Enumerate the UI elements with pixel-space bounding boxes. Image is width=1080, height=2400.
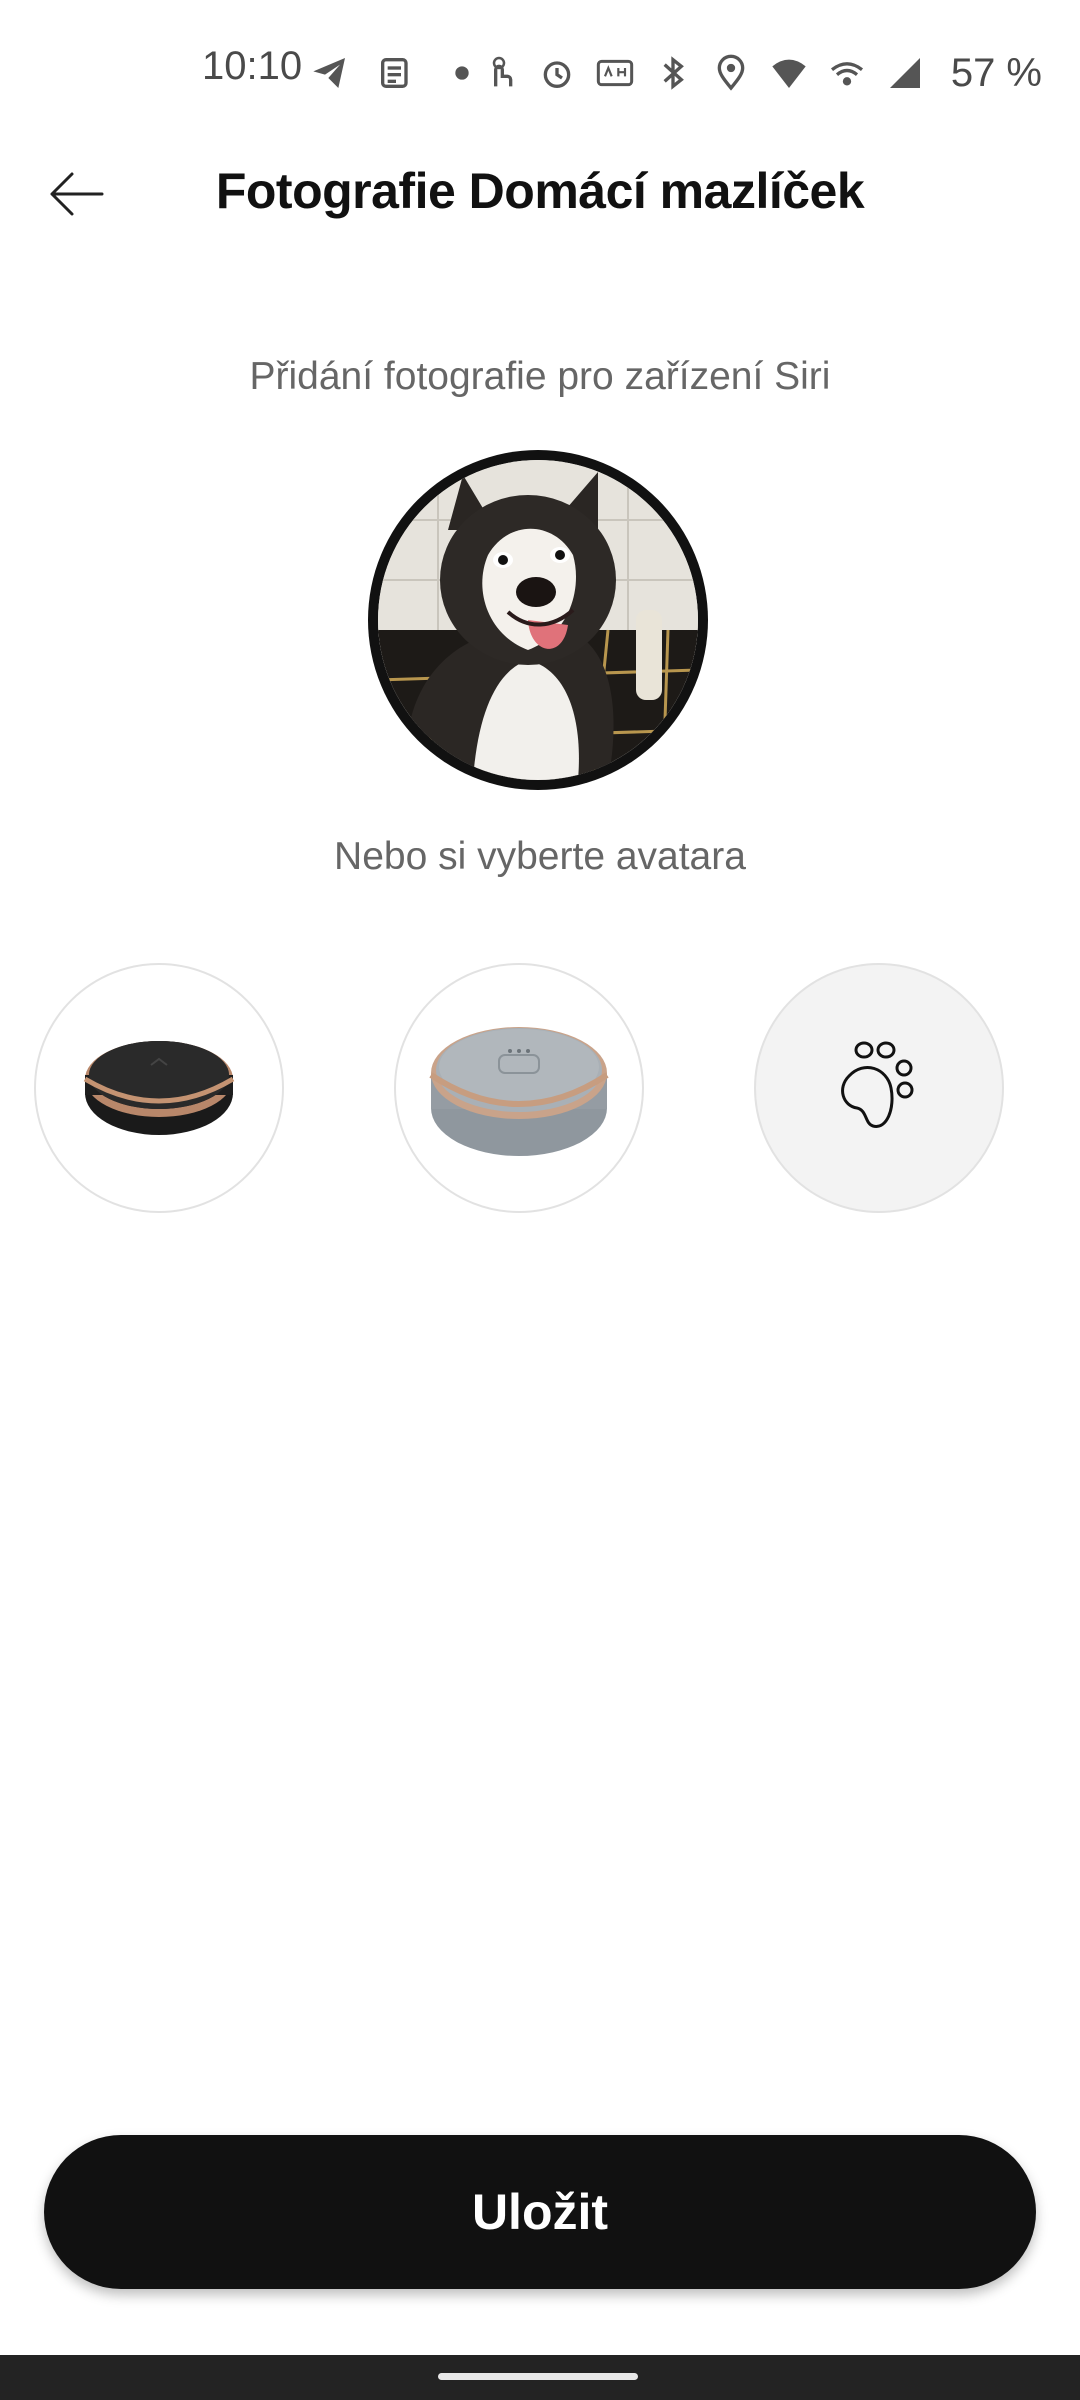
photo-subtitle: Přidání fotografie pro zařízení Siri — [249, 355, 831, 398]
alarm-icon — [543, 61, 571, 88]
news-icon — [381, 58, 408, 88]
status-left-icons — [310, 48, 482, 98]
paw-avatar[interactable] — [754, 963, 1004, 1213]
pet-photo-image — [378, 460, 698, 780]
avatar-choice-label: Nebo si vyberte avatara — [334, 835, 746, 878]
home-indicator[interactable] — [438, 2373, 638, 2380]
status-bar: 10:10 57 % — [0, 0, 1080, 150]
status-right-icons: 57 % — [479, 48, 1042, 98]
grey-tracker-image — [429, 1027, 609, 1156]
black-tracker-avatar[interactable] — [34, 963, 284, 1213]
battery-level: 57 % — [950, 50, 1042, 95]
page-title: Fotografie Domácí mazlíček — [215, 163, 865, 219]
hotspot-icon — [830, 62, 863, 86]
signal-icon — [889, 58, 920, 88]
save-button[interactable]: Uložit — [44, 2135, 1036, 2289]
paw-icon — [841, 1041, 914, 1128]
status-time: 10:10 — [202, 44, 303, 88]
wifi-icon — [772, 59, 806, 88]
screen: 10:10 57 % Fotografie Domácí mazlíček Př… — [0, 0, 1080, 2400]
telegram-icon — [313, 58, 345, 88]
navigation-bar — [0, 2355, 1080, 2400]
location-icon — [717, 54, 745, 91]
auto-hz-icon — [596, 59, 633, 87]
grey-tracker-avatar[interactable] — [394, 963, 644, 1213]
black-tracker-image — [83, 1041, 235, 1135]
bluetooth-icon — [663, 56, 684, 90]
pet-photo[interactable] — [368, 450, 708, 790]
header: Fotografie Domácí mazlíček — [0, 140, 1080, 250]
touch-icon — [492, 56, 513, 87]
dot-icon — [455, 66, 469, 80]
